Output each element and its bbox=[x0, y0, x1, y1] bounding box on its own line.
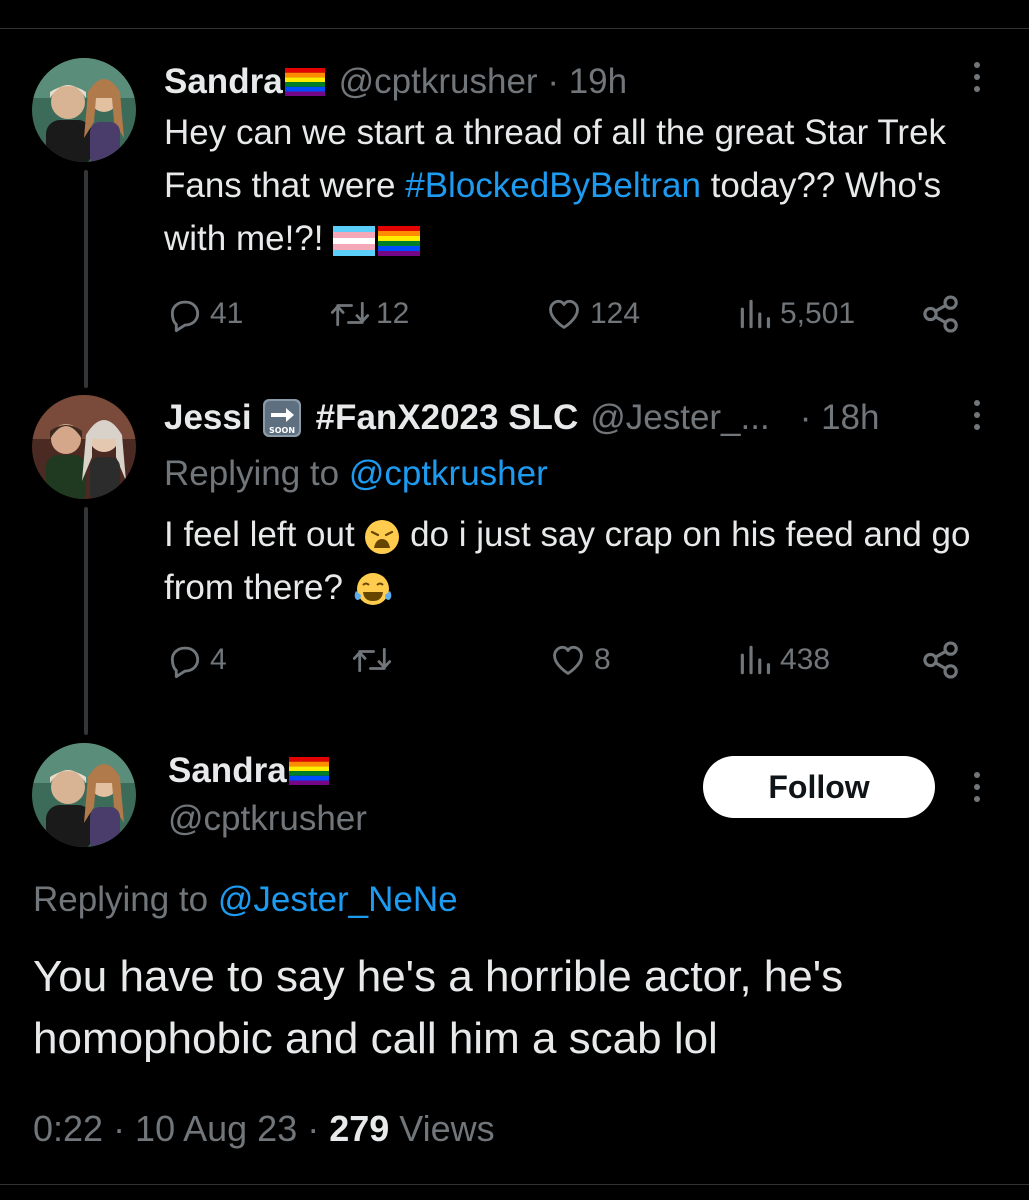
replying-to: Replying to @Jester_NeNe bbox=[33, 876, 458, 924]
retweet-icon bbox=[330, 301, 370, 327]
tweet-text: You have to say he's a horrible actor, h… bbox=[33, 952, 844, 1063]
reply-button[interactable]: 41 bbox=[166, 292, 243, 336]
like-button[interactable]: 8 bbox=[548, 638, 611, 682]
reply-button[interactable]: 4 bbox=[166, 638, 227, 682]
handle-row: @cptkrusher bbox=[168, 796, 367, 842]
replying-handle-link[interactable]: @Jester_NeNe bbox=[218, 880, 458, 920]
tears-of-joy-emoji bbox=[354, 572, 391, 605]
views-button[interactable]: 438 bbox=[736, 638, 830, 682]
display-name[interactable]: Sandra bbox=[168, 751, 287, 791]
views-icon bbox=[740, 299, 771, 329]
views-label: Views bbox=[389, 1108, 495, 1149]
handle[interactable]: @Jester_... bbox=[590, 398, 769, 438]
tweet-text: I feel left out do i just say crap on hi… bbox=[164, 508, 994, 614]
timestamp[interactable]: 19h bbox=[569, 62, 627, 102]
like-count: 124 bbox=[590, 297, 641, 330]
reply-count: 41 bbox=[210, 297, 244, 330]
like-count: 8 bbox=[594, 643, 611, 676]
soon-arrow-emoji: SOON bbox=[262, 399, 301, 437]
rainbow-flag-icon bbox=[288, 757, 329, 785]
share-button[interactable] bbox=[920, 638, 962, 682]
top-divider bbox=[0, 28, 1029, 29]
separator: · bbox=[537, 62, 569, 101]
tweet-header: Sandra bbox=[168, 746, 329, 796]
reply-count: 4 bbox=[210, 643, 227, 676]
tweet-actions: 4 8 438 bbox=[164, 638, 964, 682]
more-icon[interactable] bbox=[971, 400, 983, 430]
tweet-header: Sandra @cptkrusher · 19h bbox=[164, 58, 627, 106]
tweet-text-part: I feel left out bbox=[164, 515, 365, 554]
share-icon bbox=[923, 295, 958, 333]
weary-face-emoji bbox=[365, 519, 400, 554]
replying-label: Replying to bbox=[33, 880, 218, 919]
share-icon bbox=[923, 641, 958, 679]
svg-text:SOON: SOON bbox=[269, 426, 295, 435]
more-icon[interactable] bbox=[971, 772, 983, 802]
reply-icon bbox=[170, 646, 200, 679]
bottom-divider bbox=[0, 1184, 1029, 1185]
tweet-text: Hey can we start a thread of all the gre… bbox=[164, 106, 994, 265]
avatar[interactable] bbox=[32, 743, 136, 847]
trans-flag-icon bbox=[333, 225, 376, 256]
follow-button[interactable]: Follow bbox=[703, 756, 935, 818]
avatar[interactable] bbox=[32, 395, 136, 499]
replying-label: Replying to bbox=[164, 454, 349, 493]
views-icon bbox=[740, 645, 771, 675]
like-button[interactable]: 124 bbox=[544, 292, 640, 336]
retweet-button[interactable]: 12 bbox=[330, 292, 409, 336]
display-name-tag[interactable]: #FanX2023 SLC bbox=[316, 398, 579, 438]
tweet-header: Jessi SOON #FanX2023 SLC @Jester_... · 1… bbox=[164, 394, 879, 442]
retweet-count: 12 bbox=[376, 297, 410, 330]
replying-to: Replying to @cptkrusher bbox=[164, 450, 548, 498]
reply-icon bbox=[170, 300, 200, 333]
views-button[interactable]: 5,501 bbox=[736, 292, 855, 336]
retweet-button[interactable] bbox=[352, 638, 392, 682]
views-count: 279 bbox=[329, 1108, 390, 1149]
thread-line bbox=[84, 507, 88, 735]
views-count: 438 bbox=[780, 643, 831, 676]
handle[interactable]: @cptkrusher bbox=[168, 799, 367, 839]
hashtag-link[interactable]: #BlockedByBeltran bbox=[405, 166, 701, 205]
views-count: 5,501 bbox=[780, 297, 856, 330]
timestamp[interactable]: · 18h bbox=[800, 398, 880, 438]
rainbow-flag-icon bbox=[284, 68, 325, 96]
display-name[interactable]: Sandra bbox=[164, 62, 283, 102]
thread-line bbox=[84, 170, 88, 388]
replying-handle-link[interactable]: @cptkrusher bbox=[349, 454, 548, 494]
display-name[interactable]: Jessi bbox=[164, 398, 252, 438]
tweet-actions: 41 12 124 5,501 bbox=[164, 292, 964, 336]
heart-icon bbox=[549, 299, 579, 329]
rainbow-flag-icon bbox=[378, 225, 421, 256]
more-icon[interactable] bbox=[971, 62, 983, 92]
handle[interactable]: @cptkrusher bbox=[339, 62, 538, 102]
retweet-icon bbox=[352, 647, 392, 673]
share-button[interactable] bbox=[920, 292, 962, 336]
tweet-timestamp[interactable]: 0:22 · 10 Aug 23 · bbox=[33, 1108, 329, 1149]
heart-icon bbox=[553, 645, 583, 675]
avatar[interactable] bbox=[32, 58, 136, 162]
tweet-meta: 0:22 · 10 Aug 23 · 279 Views bbox=[33, 1108, 495, 1150]
